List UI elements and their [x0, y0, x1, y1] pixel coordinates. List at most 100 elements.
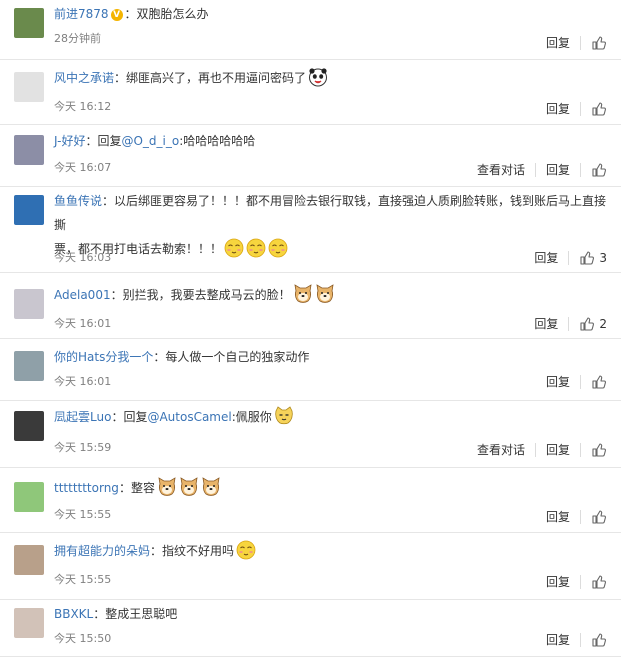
comment-actions: 回复 2	[534, 315, 607, 332]
comment-body: Adela001：别拦我，我要去整成马云的脸！	[54, 283, 607, 307]
like-count: 3	[599, 250, 607, 265]
doge-emoji-icon	[201, 477, 221, 497]
view-conversation-link[interactable]: 查看对话	[477, 441, 525, 458]
action-divider	[568, 250, 570, 265]
comment-timestamp: 今天 16:01	[54, 317, 112, 330]
action-divider	[580, 574, 581, 589]
action-divider	[580, 442, 581, 457]
comment-text-line: 风中之承诺：绑匪高兴了，再也不用逼问密码了	[54, 66, 607, 90]
comment-actions: 查看对话 回复	[477, 441, 607, 458]
comment-text: :佩服你	[231, 410, 272, 424]
doge-emoji-icon	[179, 477, 199, 497]
reply-button[interactable]: 回复	[546, 161, 570, 178]
avatar[interactable]	[14, 411, 44, 441]
avatar[interactable]	[14, 289, 44, 319]
action-divider	[568, 316, 570, 331]
like-button[interactable]	[591, 442, 607, 458]
like-count: 2	[599, 316, 607, 331]
avatar[interactable]	[14, 195, 44, 225]
comment-text: ：整成王思聪吧	[93, 607, 178, 621]
username-link[interactable]: 前进7878	[54, 7, 109, 21]
action-divider	[580, 35, 581, 50]
face-emoji-icon	[268, 238, 288, 258]
comment-actions: 回复 3	[534, 249, 607, 266]
action-divider	[534, 442, 536, 457]
comment-item: 鱼鱼传说：以后绑匪更容易了！！！都不用冒险去银行取钱，直接强迫人质刷脸转账，钱到…	[0, 187, 621, 273]
reply-button[interactable]: 回复	[546, 508, 570, 525]
thumbs-up-icon	[591, 509, 607, 525]
avatar[interactable]	[14, 351, 44, 381]
comment-actions: 回复	[546, 373, 607, 390]
reply-button[interactable]: 回复	[546, 631, 570, 648]
comment-body: ttttttttorng：整容	[54, 476, 607, 500]
like-button[interactable]	[591, 35, 607, 51]
reply-button[interactable]: 回复	[546, 573, 570, 590]
comment-item: 风中之承诺：绑匪高兴了，再也不用逼问密码了 今天 16:12 回复	[0, 60, 621, 125]
reply-button[interactable]: 回复	[534, 249, 558, 266]
doge-emoji-icon	[157, 477, 177, 497]
comment-body: 风中之承诺：绑匪高兴了，再也不用逼问密码了	[54, 66, 607, 90]
username-link[interactable]: ttttttttorng	[54, 481, 119, 495]
view-conversation-link[interactable]: 查看对话	[477, 161, 525, 178]
username-link[interactable]: J-好好	[54, 134, 85, 148]
like-button[interactable]: 3	[579, 250, 607, 266]
reply-button[interactable]: 回复	[546, 373, 570, 390]
username-link[interactable]: Adela001	[54, 288, 111, 302]
comment-actions: 查看对话 回复	[477, 161, 607, 178]
thumbs-up-icon	[591, 162, 607, 178]
avatar[interactable]	[14, 545, 44, 575]
mention-link[interactable]: @AutosCamel	[147, 410, 231, 424]
comment-item: BBXKL：整成王思聪吧今天 15:50 回复	[0, 600, 621, 657]
reply-button[interactable]: 回复	[546, 34, 570, 51]
thumbs-up-icon	[579, 250, 595, 266]
comment-actions: 回复	[546, 100, 607, 117]
avatar[interactable]	[14, 135, 44, 165]
reply-button[interactable]: 回复	[534, 315, 558, 332]
comment-text-line: 前进7878 V ：双胞胎怎么办	[54, 2, 607, 26]
comment-text: ：别拦我，我要去整成马云的脸！	[110, 288, 291, 302]
reply-button[interactable]: 回复	[546, 441, 570, 458]
comment-text-line: ttttttttorng：整容	[54, 476, 607, 500]
username-link[interactable]: 风中之承诺	[54, 71, 114, 85]
comment-text: ：以后绑匪更容易了！！！都不用冒险去银行取钱，直接强迫人质刷脸转账，钱到账后马上…	[54, 194, 607, 232]
comment-text-line: J-好好：回复@O_d_i_o:哈哈哈哈哈哈	[54, 129, 607, 153]
comment-item: Adela001：别拦我，我要去整成马云的脸！ 今天 16:01 回复 2	[0, 273, 621, 339]
like-button[interactable]	[591, 162, 607, 178]
like-button[interactable]	[591, 101, 607, 117]
comment-body: J-好好：回复@O_d_i_o:哈哈哈哈哈哈	[54, 129, 607, 153]
comment-text-line: 拥有超能力的朵妈：指纹不好用吗	[54, 539, 607, 563]
username-link[interactable]: 你的Hats分我一个	[54, 350, 153, 364]
avatar[interactable]	[14, 72, 44, 102]
comment-timestamp: 28分钟前	[54, 32, 101, 45]
reply-button[interactable]: 回复	[546, 100, 570, 117]
comment-body: 前进7878 V ：双胞胎怎么办	[54, 2, 607, 26]
comment-body: BBXKL：整成王思聪吧	[54, 602, 607, 626]
avatar[interactable]	[14, 8, 44, 38]
like-button[interactable]	[591, 632, 607, 648]
avatar[interactable]	[14, 608, 44, 638]
like-button[interactable]	[591, 574, 607, 590]
mention-link[interactable]: @O_d_i_o	[121, 134, 179, 148]
comment-body: 你的Hats分我一个：每人做一个自己的独家动作	[54, 345, 607, 369]
action-divider	[580, 509, 581, 524]
username-link[interactable]: BBXKL	[54, 607, 93, 621]
like-button[interactable]: 2	[579, 316, 607, 332]
action-divider	[580, 101, 581, 116]
avatar[interactable]	[14, 482, 44, 512]
username-link[interactable]: 拥有超能力的朵妈	[54, 544, 150, 558]
comment-body: 凨起雲Luo：回复@AutosCamel:佩服你	[54, 405, 607, 429]
comment-text: ：双胞胎怎么办	[124, 7, 209, 21]
comment-text-line: Adela001：别拦我，我要去整成马云的脸！	[54, 283, 607, 307]
like-button[interactable]	[591, 374, 607, 390]
comment-text-line: 鱼鱼传说：以后绑匪更容易了！！！都不用冒险去银行取钱，直接强迫人质刷脸转账，钱到…	[54, 189, 607, 237]
comment-text-line: 票，都不用打电话去勒索！！！	[54, 237, 607, 261]
username-link[interactable]: 鱼鱼传说	[54, 194, 102, 208]
face-emoji-icon	[236, 540, 256, 560]
action-divider	[534, 162, 536, 177]
comment-timestamp: 今天 15:59	[54, 441, 112, 454]
username-link[interactable]: 凨起雲Luo	[54, 410, 111, 424]
like-button[interactable]	[591, 509, 607, 525]
action-divider	[580, 374, 581, 389]
comment-timestamp: 今天 15:50	[54, 632, 112, 645]
doge-emoji-icon	[315, 284, 335, 304]
